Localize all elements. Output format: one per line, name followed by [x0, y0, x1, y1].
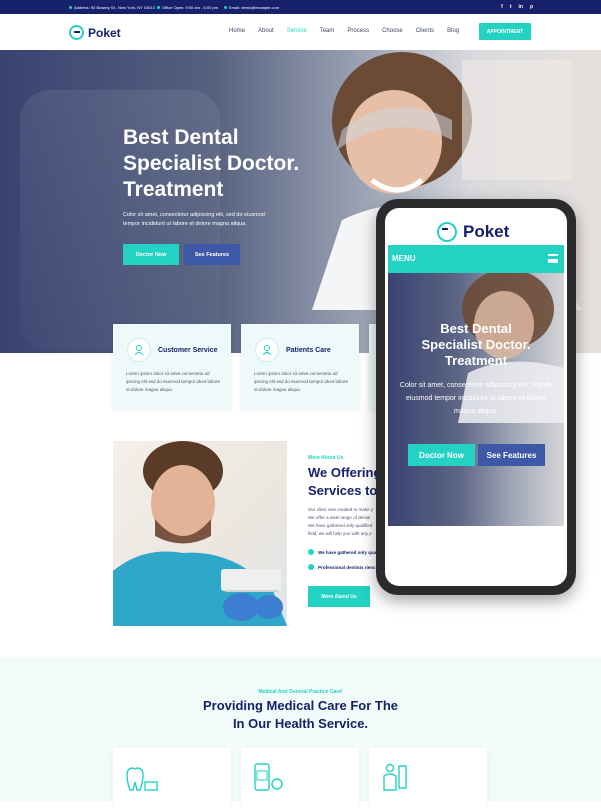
section-title-line: Providing Medical Care For The: [202, 698, 399, 713]
service-card-customer[interactable]: Customer Service Lorem ipsum dolor sit a…: [113, 324, 231, 409]
hero-subtitle-line: tempor incididunt ut labore et dolore ma…: [123, 221, 247, 227]
phone-hero-subtitle: Color sit amet, consectetur adipiscing e…: [388, 379, 564, 418]
nav-process[interactable]: Process: [347, 28, 369, 34]
top-info-bar: Address: 92 Bowery St., New York, NY 100…: [0, 0, 601, 14]
phone-title-line: Treatment: [444, 353, 508, 368]
phone-see-features-button[interactable]: See Features: [478, 444, 545, 466]
headset-icon: [127, 338, 151, 362]
service-card-text: Lorem ipsum dolor sit amet consectetu ad…: [126, 371, 221, 392]
check-icon: [308, 564, 314, 570]
service-card-title: Patients Care: [286, 347, 331, 354]
phone-title-line: Specialist Doctor.: [421, 337, 531, 352]
doctor-now-button[interactable]: Doctor Now: [123, 244, 179, 265]
more-about-us-button[interactable]: More About Us: [308, 586, 370, 607]
address-text: Address: 92 Bowery St., New York, NY 100…: [74, 5, 155, 10]
email-text[interactable]: Email: demo@example.com: [229, 5, 279, 10]
main-nav: Home About Service Team Process Choose C…: [229, 28, 472, 34]
hero-title: Best Dental Specialist Doctor. Treatment: [123, 125, 363, 203]
section-title-line: In Our Health Service.: [232, 716, 369, 731]
phone-title-line: Best Dental: [440, 321, 512, 336]
linkedin-icon[interactable]: in: [518, 4, 522, 10]
dentist-chair-icon: [383, 763, 407, 791]
dentist-holding-teeth-photo: [113, 441, 287, 626]
site-logo[interactable]: Poket: [69, 25, 121, 40]
hero-subtitle: Color sit amet, consectetur adipiscing e…: [123, 211, 283, 229]
tooth-icon: [126, 767, 158, 791]
hero-title-line: Best Dental: [123, 126, 239, 149]
nav-blog[interactable]: Blog: [447, 28, 459, 34]
location-icon: [69, 6, 72, 9]
nav-about[interactable]: About: [258, 28, 274, 34]
service-card-text: Lorem ipsum dolor sit amet consectetu ad…: [254, 371, 349, 392]
about-check-item: We have gathered only qua: [308, 549, 376, 555]
hero-subtitle-line: Color sit amet, consectetur adipiscing e…: [123, 212, 265, 218]
care-card[interactable]: [113, 748, 231, 808]
tooth-logo-icon: [437, 222, 457, 242]
phone-hero: Best Dental Specialist Doctor. Treatment…: [388, 273, 564, 526]
phone-doctor-now-button[interactable]: Doctor Now: [408, 444, 475, 466]
phone-mockup: Poket MENU Best Dental Specialist Doctor…: [376, 199, 576, 595]
hero-title-line: Treatment: [123, 178, 224, 201]
medical-care-section: Medical And General Practice Care! Provi…: [0, 657, 601, 808]
facebook-icon[interactable]: f: [501, 4, 503, 10]
nav-home[interactable]: Home: [229, 28, 245, 34]
nav-choose[interactable]: Choose: [382, 28, 403, 34]
appointment-button[interactable]: APPOINTMENT: [479, 23, 531, 40]
check-icon: [308, 549, 314, 555]
patient-care-icon: [255, 338, 279, 362]
logo-text: Poket: [88, 25, 121, 40]
hours-text: Office Open: 9:00 am - 6:00 pm: [162, 5, 218, 10]
nav-clients[interactable]: Clients: [416, 28, 434, 34]
phone-subtitle-line: magna aliqua.: [454, 408, 498, 415]
about-check-item: Professional dentists rienc: [308, 564, 376, 570]
hamburger-menu-icon[interactable]: [548, 254, 558, 263]
pinterest-icon[interactable]: p: [530, 4, 533, 10]
social-links: f t in p: [501, 4, 533, 10]
phone-hero-title: Best Dental Specialist Doctor. Treatment: [388, 321, 564, 369]
site-header: Poket Home About Service Team Process Ch…: [0, 14, 601, 50]
see-features-button[interactable]: See Features: [184, 244, 240, 265]
section-tag: Medical And General Practice Care!: [258, 689, 343, 695]
medicine-bottle-icon: [254, 763, 283, 791]
nav-service[interactable]: Service: [287, 28, 307, 34]
hours-info: Office Open: 9:00 am - 6:00 pm: [157, 5, 218, 10]
phone-menu-bar[interactable]: MENU: [388, 245, 564, 273]
phone-screen: Poket MENU Best Dental Specialist Doctor…: [385, 208, 567, 586]
mail-icon: [224, 6, 227, 9]
service-card-patients[interactable]: Patients Care Lorem ipsum dolor sit amet…: [241, 324, 359, 409]
phone-subtitle-line: eiusmod tempor incididunt ut labore et d…: [405, 395, 547, 402]
phone-menu-label: MENU: [392, 254, 416, 263]
check-text: We have gathered only qua: [318, 549, 377, 555]
phone-logo[interactable]: Poket: [437, 222, 509, 242]
nav-team[interactable]: Team: [320, 28, 335, 34]
section-title: Providing Medical Care For The In Our He…: [0, 697, 601, 733]
address-info: Address: 92 Bowery St., New York, NY 100…: [69, 5, 155, 10]
service-card-title: Customer Service: [158, 347, 218, 354]
clock-icon: [157, 6, 160, 9]
check-text: Professional dentists rienc: [318, 564, 376, 570]
phone-subtitle-line: Color sit amet, consectetur adipiscing e…: [399, 382, 553, 389]
hero-title-line: Specialist Doctor.: [123, 152, 300, 175]
care-card[interactable]: [369, 748, 487, 808]
email-info[interactable]: Email: demo@example.com: [224, 5, 279, 10]
phone-logo-text: Poket: [463, 222, 510, 241]
twitter-icon[interactable]: t: [510, 4, 512, 10]
tooth-logo-icon: [69, 25, 84, 40]
care-card[interactable]: [241, 748, 359, 808]
about-tag: More About Us: [308, 455, 344, 461]
